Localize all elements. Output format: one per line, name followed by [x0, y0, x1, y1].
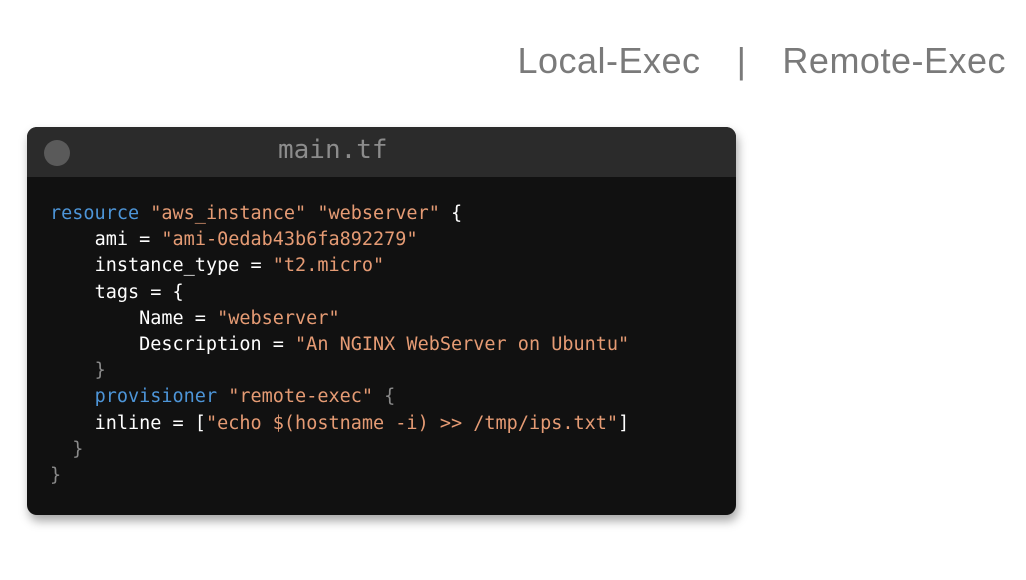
code-keyword: provisioner — [94, 386, 218, 408]
editor-titlebar: main.tf — [27, 127, 736, 177]
section-header: Local-Exec | Remote-Exec — [517, 40, 1006, 82]
code-string: "webserver" — [317, 203, 440, 224]
window-dot-icon — [44, 140, 70, 166]
local-exec-label: Local-Exec — [517, 40, 701, 81]
code-keyword: resource — [50, 203, 140, 224]
code-punctuation: { — [384, 386, 396, 408]
code-punctuation: } — [72, 438, 84, 460]
code-string: "t2.micro" — [272, 255, 385, 277]
code-string: "echo $(hostname -i) >> /tmp/ips.txt" — [205, 412, 619, 434]
code-punctuation: { — [451, 203, 463, 224]
code-punctuation: } — [50, 465, 62, 487]
code-editor-window: main.tf resource "aws_instance" "webserv… — [27, 127, 736, 515]
slide: Local-Exec | Remote-Exec main.tf resource … — [0, 0, 1026, 580]
code-punctuation: } — [94, 360, 106, 382]
code-string: "aws_instance" — [150, 203, 307, 224]
code-string: "An NGINX WebServer on Ubuntu" — [295, 334, 630, 356]
remote-exec-label: Remote-Exec — [782, 40, 1006, 81]
header-separator: | — [736, 40, 747, 81]
code-punctuation: ] — [618, 412, 630, 434]
code-text: inline = [ — [94, 412, 206, 434]
code-block: resource "aws_instance" "webserver" { am… — [27, 177, 736, 489]
code-text: Description = — [139, 334, 284, 356]
code-text: instance_type = — [94, 255, 262, 277]
code-string: "remote-exec" — [228, 386, 374, 408]
code-text: tags = { — [94, 281, 184, 303]
code-text: Name = — [139, 307, 206, 329]
editor-filename: main.tf — [278, 135, 388, 165]
code-text: ami = — [94, 229, 151, 251]
code-string: "ami-0edab43b6fa892279" — [161, 229, 418, 251]
code-string: "webserver" — [217, 307, 340, 329]
